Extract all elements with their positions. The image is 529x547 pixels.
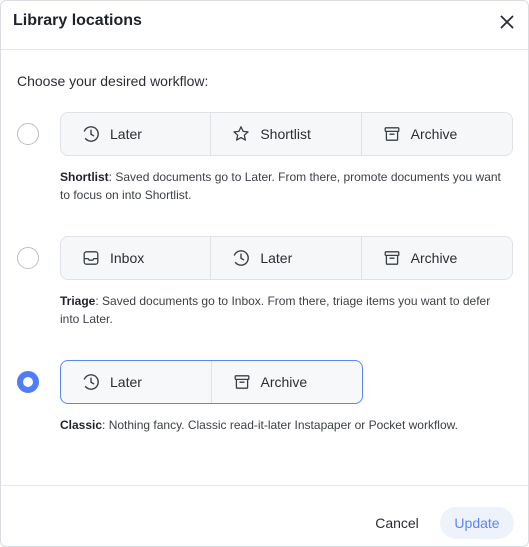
workflow-name: Shortlist bbox=[60, 170, 109, 184]
segment-label: Later bbox=[110, 126, 142, 142]
footer-divider bbox=[1, 485, 528, 486]
segment-shortlist: Shortlist bbox=[211, 113, 362, 155]
radio-triage[interactable] bbox=[17, 247, 39, 269]
segment-label: Inbox bbox=[110, 250, 145, 266]
segment-later: Later bbox=[61, 361, 212, 403]
segment-label: Shortlist bbox=[260, 126, 311, 142]
workflow-prompt: Choose your desired workflow: bbox=[17, 73, 209, 89]
segment-later: Later bbox=[211, 237, 362, 279]
clock-icon bbox=[83, 374, 99, 390]
workflow-triage-group[interactable]: Inbox Later Archive bbox=[60, 236, 513, 280]
dialog-title: Library locations bbox=[13, 12, 142, 29]
workflow-description-text: : Nothing fancy. Classic read-it-later I… bbox=[102, 418, 458, 432]
archive-icon bbox=[384, 127, 400, 141]
workflow-classic-description: Classic: Nothing fancy. Classic read-it-… bbox=[60, 416, 510, 434]
inbox-icon bbox=[83, 251, 99, 265]
segment-archive: Archive bbox=[362, 113, 512, 155]
update-button[interactable]: Update bbox=[440, 507, 514, 539]
segment-archive: Archive bbox=[362, 237, 512, 279]
segment-label: Archive bbox=[410, 126, 458, 142]
clock-icon bbox=[233, 250, 250, 266]
archive-icon bbox=[234, 375, 249, 389]
archive-icon bbox=[384, 251, 400, 265]
library-locations-dialog: Library locations Choose your desired wo… bbox=[0, 0, 529, 547]
workflow-triage-description: Triage: Saved documents go to Inbox. Fro… bbox=[60, 292, 510, 328]
dialog-header: Library locations bbox=[1, 1, 528, 50]
clock-icon bbox=[83, 126, 99, 142]
radio-shortlist[interactable] bbox=[17, 123, 39, 145]
workflow-description-text: : Saved documents go to Later. From ther… bbox=[60, 170, 501, 202]
segment-later: Later bbox=[61, 113, 212, 155]
workflow-shortlist-description: Shortlist: Saved documents go to Later. … bbox=[60, 168, 510, 204]
segment-inbox: Inbox bbox=[61, 237, 212, 279]
workflow-name: Classic bbox=[60, 418, 103, 432]
star-icon bbox=[233, 126, 249, 141]
workflow-description-text: : Saved documents go to Inbox. From ther… bbox=[60, 294, 491, 326]
segment-label: Archive bbox=[260, 374, 308, 390]
workflow-name: Triage bbox=[60, 294, 96, 308]
segment-label: Archive bbox=[410, 250, 458, 266]
close-icon[interactable] bbox=[498, 13, 516, 31]
cancel-button[interactable]: Cancel bbox=[361, 507, 433, 539]
segment-label: Later bbox=[260, 250, 293, 266]
segment-label: Later bbox=[110, 374, 142, 390]
workflow-shortlist-group[interactable]: Later Shortlist Archive bbox=[60, 112, 513, 156]
radio-classic[interactable] bbox=[17, 371, 39, 393]
segment-archive: Archive bbox=[212, 361, 363, 403]
workflow-classic-group[interactable]: Later Archive bbox=[60, 360, 363, 404]
